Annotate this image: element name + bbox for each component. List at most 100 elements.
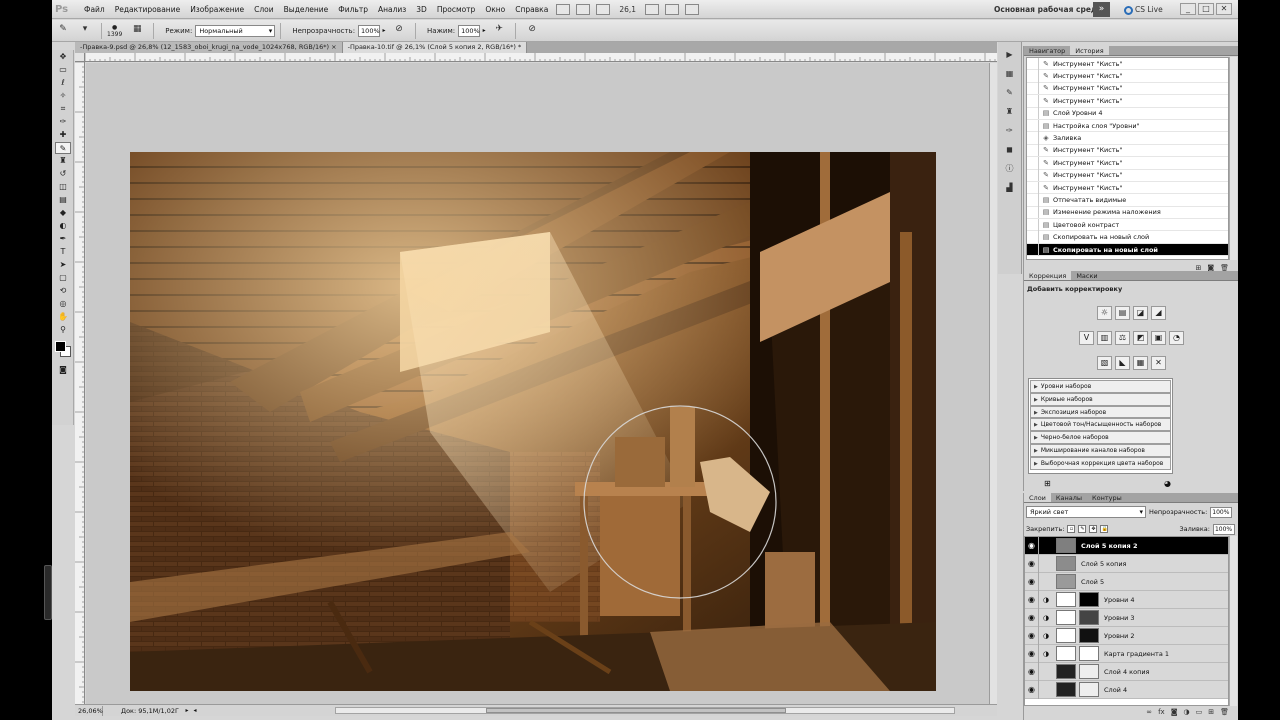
layer-name[interactable]: Слой 5 — [1079, 578, 1104, 586]
layer-blend-mode-select[interactable]: Яркий свет — [1026, 506, 1146, 518]
tab-pravka-10[interactable]: -Правка-10.tif @ 26,1% (Слой 5 копия 2, … — [342, 42, 528, 53]
tab-masks[interactable]: Маски — [1071, 271, 1102, 280]
layer-thumbnail[interactable] — [1056, 646, 1076, 661]
history-item[interactable]: ▤ Скопировать на новый слой — [1027, 231, 1228, 244]
document-image-attic[interactable] — [130, 152, 936, 691]
history-item[interactable]: ▤ Слой Уровни 4 — [1027, 107, 1228, 120]
bridge-icon[interactable] — [556, 3, 571, 15]
adjustment-row2-4-icon[interactable]: ▣ — [1151, 331, 1166, 345]
history-source-box[interactable] — [1027, 169, 1039, 182]
new-layer-icon[interactable]: ⊞ — [1208, 706, 1214, 718]
history-item[interactable]: ✎ Инструмент "Кисть" — [1027, 144, 1228, 158]
visibility-eye-icon[interactable]: ◉ — [1025, 626, 1039, 645]
history-source-box[interactable] — [1027, 58, 1039, 70]
layer-name[interactable]: Уровни 4 — [1102, 596, 1135, 604]
opacity-field[interactable]: 100% — [358, 24, 381, 37]
history-source-box[interactable] — [1027, 70, 1039, 83]
layer-mask-thumbnail[interactable] — [1079, 610, 1099, 625]
layer-name[interactable]: Уровни 3 — [1102, 614, 1135, 622]
layer-name[interactable]: Слой 4 копия — [1102, 668, 1149, 676]
lock-pixels-icon[interactable]: ✎ — [1078, 525, 1087, 533]
actions-panel-icon[interactable]: ▶ — [1003, 49, 1017, 61]
history-source-box[interactable] — [1027, 119, 1039, 132]
eyedropper-tool-icon[interactable]: ✑ — [55, 116, 71, 128]
history-item[interactable]: ▤ Скопировать на новый слой — [1027, 243, 1228, 257]
expand-triangle-icon[interactable]: ▶ — [1034, 435, 1038, 441]
canvas-vertical-scrollbar[interactable] — [989, 63, 997, 704]
marquee-tool-icon[interactable]: ▭ — [55, 64, 71, 76]
dodge-tool-icon[interactable]: ◐ — [55, 220, 71, 232]
flow-field[interactable]: 100% — [458, 24, 481, 37]
type-tool-icon[interactable]: T — [55, 246, 71, 258]
layer-row[interactable]: ◉ Слой 5 копия — [1025, 554, 1228, 573]
menu-item[interactable]: Выделение — [279, 0, 334, 19]
workspace-name[interactable]: Основная рабочая среда — [994, 0, 1102, 19]
history-source-box[interactable] — [1027, 132, 1039, 145]
adjustment-row2-1-icon[interactable]: ▥ — [1097, 331, 1112, 345]
adjustment-row2-5-icon[interactable]: ◔ — [1169, 331, 1184, 345]
tablet-pressure-size-icon[interactable]: ⊘ — [524, 24, 540, 38]
adjustment-row1-2-icon[interactable]: ◪ — [1133, 306, 1148, 320]
tab-channels[interactable]: Каналы — [1051, 493, 1087, 502]
histogram-panel-icon[interactable]: ▟ — [1003, 182, 1017, 194]
history-item[interactable]: ◈ Заливка — [1027, 132, 1228, 145]
airbrush-icon[interactable]: ✈ — [491, 24, 507, 38]
zoom-level[interactable]: 26,1 — [619, 5, 636, 14]
eraser-tool-icon[interactable]: ◫ — [55, 181, 71, 193]
horizontal-scroll-thumb[interactable] — [486, 708, 786, 713]
history-source-box[interactable] — [1027, 82, 1039, 95]
3d-camera-tool-icon[interactable]: ◎ — [55, 298, 71, 310]
adjustment-row2-2-icon[interactable]: ⚖ — [1115, 331, 1130, 345]
lock-position-icon[interactable]: ✥ — [1089, 525, 1098, 533]
brush-size-picker[interactable]: ● 1399 — [107, 24, 122, 38]
expand-triangle-icon[interactable]: ▶ — [1034, 410, 1038, 416]
adjustment-row3-2-icon[interactable]: ▦ — [1133, 356, 1148, 370]
visibility-eye-icon[interactable]: ◉ — [1025, 590, 1039, 609]
layer-thumbnail[interactable] — [1056, 610, 1076, 625]
menu-item[interactable]: Анализ — [373, 0, 411, 19]
tablet-pressure-opacity-icon[interactable]: ⊘ — [391, 24, 407, 38]
preset-item[interactable]: ▶ Черно-белое наборов — [1030, 431, 1171, 444]
ruler-origin[interactable] — [75, 53, 85, 62]
brush-panel-toggle-icon[interactable]: ▦ — [129, 24, 145, 38]
adjustment-row3-1-icon[interactable]: ◣ — [1115, 356, 1130, 370]
layer-name[interactable]: Карта градиента 1 — [1102, 650, 1169, 658]
vertical-ruler[interactable] — [75, 62, 85, 704]
opacity-dropdown-icon[interactable]: ▸ — [380, 25, 388, 37]
history-source-box[interactable] — [1027, 218, 1039, 231]
layer-row[interactable]: ◉ Слой 5 копия 2 — [1025, 537, 1228, 555]
history-item[interactable]: ✎ Инструмент "Кисть" — [1027, 181, 1228, 195]
history-item[interactable]: ✎ Инструмент "Кисть" — [1027, 156, 1228, 170]
healing-brush-tool-icon[interactable]: ✚ — [55, 129, 71, 141]
preset-item[interactable]: ▶ Экспозиция наборов — [1030, 405, 1171, 419]
expand-triangle-icon[interactable]: ▶ — [1034, 448, 1038, 454]
menu-item[interactable]: Редактирование — [110, 0, 185, 19]
history-item[interactable]: ▤ Цветовой контраст — [1027, 218, 1228, 232]
tab-adjustments[interactable]: Коррекция — [1024, 271, 1072, 280]
info-panel-icon[interactable]: ⓘ — [1003, 163, 1017, 175]
layer-thumbnail[interactable] — [1056, 664, 1076, 679]
cs-live-button[interactable]: CS Live — [1124, 0, 1163, 19]
layer-mask-thumbnail[interactable] — [1079, 664, 1099, 679]
swatches-panel-icon[interactable]: ▦ — [1003, 68, 1017, 80]
layers-scrollbar[interactable] — [1229, 536, 1237, 706]
preset-dropdown-icon[interactable]: ▾ — [77, 24, 93, 38]
history-item[interactable]: ▤ Настройка слоя "Уровни" — [1027, 119, 1228, 133]
layer-row[interactable]: ◉ ◑ Уровни 2 — [1025, 626, 1228, 645]
preset-item[interactable]: ▶ Уровни наборов — [1030, 380, 1171, 393]
layer-mask-thumbnail[interactable] — [1079, 682, 1099, 697]
history-item[interactable]: ✎ Инструмент "Кисть" — [1027, 82, 1228, 96]
move-tool-icon[interactable]: ✥ — [55, 51, 71, 63]
layer-thumbnail[interactable] — [1056, 592, 1076, 607]
expand-triangle-icon[interactable]: ▶ — [1034, 461, 1038, 467]
flow-dropdown-icon[interactable]: ▸ — [480, 25, 488, 37]
layer-thumbnail[interactable] — [1056, 538, 1076, 553]
visibility-eye-icon[interactable]: ◉ — [1025, 608, 1039, 627]
adjustment-row1-1-icon[interactable]: ▤ — [1115, 306, 1130, 320]
lock-all-icon[interactable]: 🔒 — [1100, 525, 1109, 533]
status-zoom[interactable]: 26,06% — [75, 705, 103, 716]
lock-transparency-icon[interactable]: ▫ — [1067, 525, 1076, 533]
tab-layers[interactable]: Слои — [1024, 493, 1051, 502]
history-source-box[interactable] — [1027, 206, 1039, 219]
layer-fill-field[interactable]: 100% — [1212, 523, 1235, 535]
